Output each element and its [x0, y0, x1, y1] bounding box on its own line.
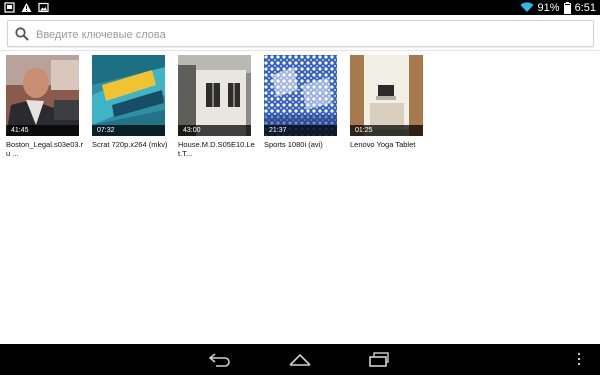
- search-icon: [15, 27, 29, 41]
- search-box[interactable]: [7, 20, 594, 47]
- video-thumbnail[interactable]: 41:45: [6, 55, 79, 136]
- video-title: Boston_Legal.s03e03.ru ...: [6, 140, 84, 158]
- battery-icon: [563, 1, 571, 14]
- overflow-menu-icon[interactable]: [574, 351, 584, 368]
- search-input[interactable]: [34, 25, 578, 44]
- video-duration: 43:00: [178, 125, 251, 136]
- video-title: Sports 1080i (avi): [264, 140, 323, 149]
- notification-icons: [4, 2, 49, 13]
- video-thumbnail-image: [178, 55, 251, 136]
- warning-icon: [21, 3, 32, 12]
- video-duration: 21:37: [264, 125, 337, 136]
- video-thumbnail[interactable]: 21:37: [264, 55, 337, 136]
- video-thumbnail-image: [6, 55, 79, 136]
- video-thumbnail[interactable]: 07:32: [92, 55, 165, 136]
- video-item[interactable]: 21:37 Sports 1080i (avi): [264, 55, 337, 158]
- system-status: 91% 6:51: [520, 0, 596, 15]
- video-title: Lenovo Yoga Tablet: [350, 140, 416, 149]
- video-grid: 41:45 Boston_Legal.s03e03.ru ... 07:32 S…: [6, 55, 423, 158]
- video-thumbnail[interactable]: 43:00: [178, 55, 251, 136]
- wifi-icon: [520, 2, 534, 12]
- video-duration: 07:32: [92, 125, 165, 136]
- navigation-bar: [0, 344, 600, 375]
- video-item[interactable]: 01:25 Lenovo Yoga Tablet: [350, 55, 423, 158]
- video-item[interactable]: 41:45 Boston_Legal.s03e03.ru ...: [6, 55, 83, 158]
- video-item[interactable]: 07:32 Scrat 720p.x264 (mkv): [92, 55, 167, 158]
- back-icon[interactable]: [208, 351, 232, 368]
- video-title: Scrat 720p.x264 (mkv): [92, 140, 168, 149]
- clock: 6:51: [574, 1, 596, 14]
- video-duration: 01:25: [350, 125, 423, 136]
- video-thumbnail-image: [264, 55, 337, 136]
- status-bar: 91% 6:51: [0, 0, 600, 15]
- video-thumbnail-image: [350, 55, 423, 136]
- video-item[interactable]: 43:00 House.M.D.S05E10.Let.T...: [178, 55, 255, 158]
- home-icon[interactable]: [288, 351, 312, 368]
- video-title: House.M.D.S05E10.Let.T...: [178, 140, 255, 158]
- search-bar: [0, 15, 600, 51]
- battery-percent: 91%: [537, 1, 560, 14]
- video-thumbnail-image: [92, 55, 165, 136]
- recent-apps-icon[interactable]: [368, 351, 392, 368]
- tablet-icon: [4, 2, 15, 13]
- video-thumbnail[interactable]: 01:25: [350, 55, 423, 136]
- video-duration: 41:45: [6, 125, 79, 136]
- image-icon: [38, 2, 49, 13]
